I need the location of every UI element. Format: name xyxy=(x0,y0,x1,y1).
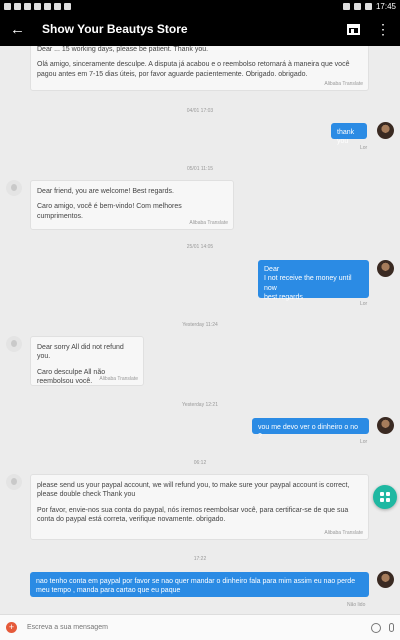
emoji-icon[interactable] xyxy=(371,622,381,633)
message-text: nao tenho conta em paypal por favor se n… xyxy=(36,578,356,595)
signal-icon xyxy=(353,2,361,10)
outgoing-message[interactable]: nao tenho conta em paypal por favor se n… xyxy=(30,572,369,597)
incoming-message[interactable]: Dear ... 15 working days, please be pati… xyxy=(30,46,369,91)
chat-thread[interactable]: Dear ... 15 working days, please be pati… xyxy=(0,46,400,614)
message-text-pt: Olá amigo, sinceramente desculpe. A disp… xyxy=(37,61,350,78)
message-line: I not receive the money until now xyxy=(264,275,352,292)
seller-avatar xyxy=(6,180,22,196)
message-text-pt: Caro amigo, você é bem-vindo! Com melhor… xyxy=(37,203,182,220)
message-composer: + xyxy=(0,614,400,640)
incoming-message[interactable]: please send us your paypal account, we w… xyxy=(30,474,369,540)
read-status: Não lido xyxy=(347,602,366,608)
message-text: vou me devo ver o dinheiro o no ? xyxy=(258,424,359,441)
image-icon xyxy=(44,2,51,10)
mail-icon xyxy=(34,2,41,10)
back-arrow-icon[interactable]: ← xyxy=(10,22,28,37)
app-bar: ← Show Your Beautys Store ⋮ xyxy=(0,12,400,46)
message-text: thank you xyxy=(337,129,355,146)
message-text-pt: Por favor, envie-nos sua conta do paypal… xyxy=(37,506,349,524)
add-attachment-button[interactable]: + xyxy=(6,622,17,633)
status-time: 17:45 xyxy=(375,1,396,11)
quick-actions-button[interactable] xyxy=(373,485,397,509)
outgoing-message[interactable]: thank you xyxy=(331,123,367,145)
twitter-icon xyxy=(24,2,31,10)
message-text-en: please send us your paypal account, we w… xyxy=(37,482,350,499)
timestamp: Yesterday 11:24 xyxy=(182,322,218,328)
timestamp: 25/01 14:05 xyxy=(186,244,214,250)
timestamp: Yesterday 12:21 xyxy=(182,402,218,408)
microphone-icon[interactable] xyxy=(389,623,394,632)
messenger-icon xyxy=(14,2,21,10)
user-avatar xyxy=(377,122,394,139)
message-text-en: Dear ... 15 working days, please be pati… xyxy=(37,46,209,53)
grid-icon xyxy=(380,492,390,502)
read-status: Lor xyxy=(360,145,368,151)
timestamp: 05/01 11:15 xyxy=(186,166,214,172)
timestamp: 04/01 17:03 xyxy=(186,108,214,114)
translate-label: Alibaba Translate xyxy=(189,220,228,227)
battery-icon xyxy=(364,2,372,10)
incoming-message[interactable]: Dear friend, you are welcome! Best regar… xyxy=(30,180,234,230)
seller-avatar xyxy=(6,336,22,352)
translate-label: Alibaba Translate xyxy=(324,530,363,537)
page-title: Show Your Beautys Store xyxy=(42,22,188,36)
facebook-icon xyxy=(4,2,11,10)
timestamp: 06:12 xyxy=(193,460,207,466)
outgoing-message[interactable]: Dear I not receive the money until now b… xyxy=(258,260,369,301)
store-icon[interactable] xyxy=(347,23,360,35)
message-input[interactable] xyxy=(27,624,327,631)
user-avatar xyxy=(377,571,394,588)
message-line: Dear xyxy=(264,266,280,273)
message-line: best regards xyxy=(264,294,303,302)
seller-avatar xyxy=(6,474,22,490)
timestamp: 17:22 xyxy=(193,556,207,562)
whatsapp-icon xyxy=(64,2,71,10)
wifi-icon xyxy=(342,2,350,10)
message-text-en: Dear sorry All did not refund you. xyxy=(37,344,124,361)
outgoing-message[interactable]: vou me devo ver o dinheiro o no ? xyxy=(252,418,369,440)
notification-icons xyxy=(4,2,71,10)
status-bar: 17:45 xyxy=(0,0,400,12)
user-avatar xyxy=(377,417,394,434)
user-avatar xyxy=(377,260,394,277)
translate-label: Alibaba Translate xyxy=(324,81,363,88)
translate-label: Alibaba Translate xyxy=(99,376,138,383)
read-status: Lor xyxy=(360,439,368,445)
incoming-message[interactable]: Dear sorry All did not refund you. Caro … xyxy=(30,336,144,386)
more-options-icon[interactable]: ⋮ xyxy=(376,22,390,36)
instagram-icon xyxy=(54,2,61,10)
read-status: Lor xyxy=(360,301,368,307)
message-text-en: Dear friend, you are welcome! Best regar… xyxy=(37,188,174,195)
